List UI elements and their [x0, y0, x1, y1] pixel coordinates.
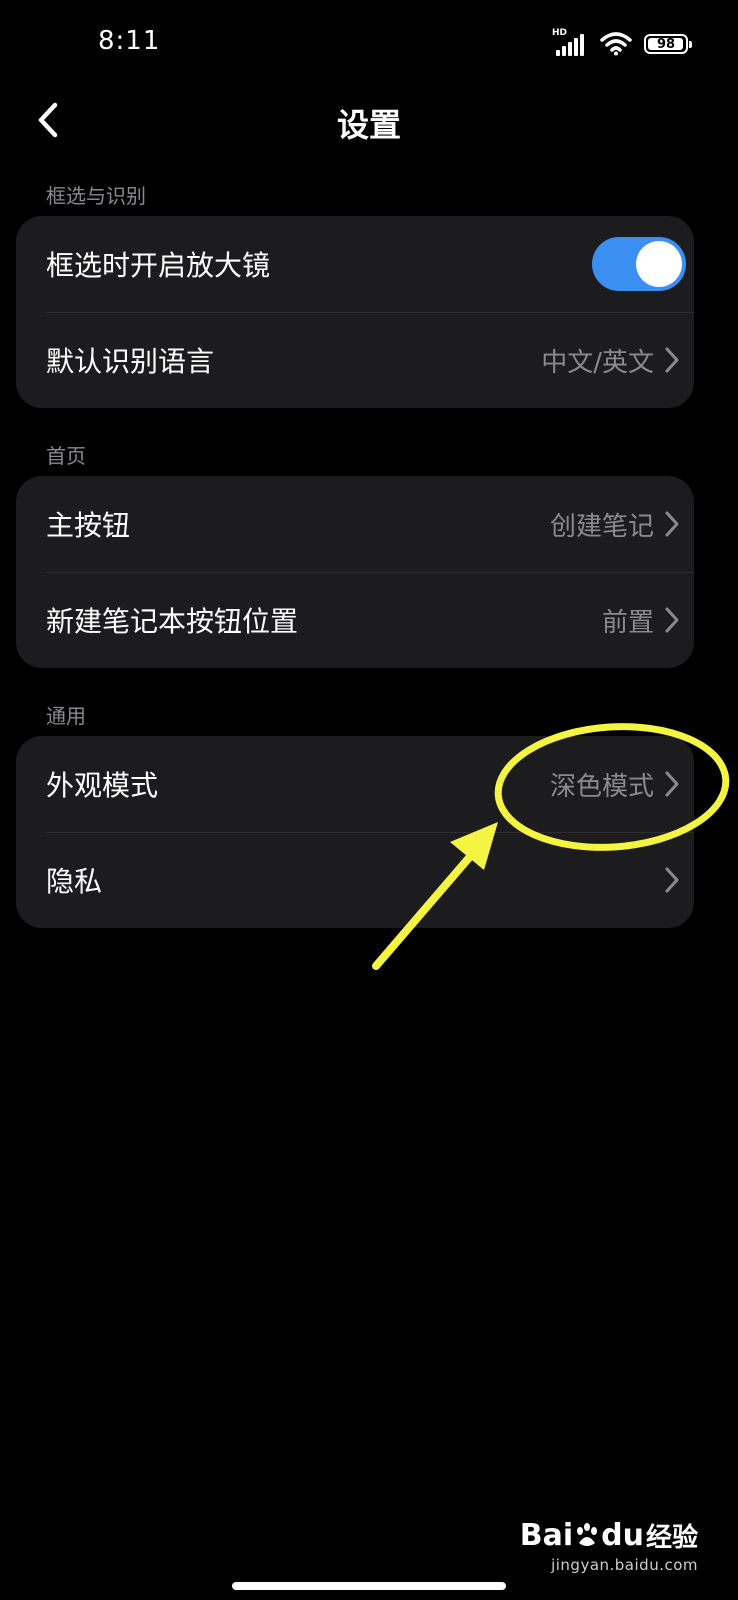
logo-text: Bai — [519, 1518, 574, 1553]
row-label: 隐私 — [46, 865, 103, 898]
row-value: 深色模式 — [549, 771, 654, 802]
nav-bar: 设置 — [0, 92, 738, 152]
row-label: 外观模式 — [46, 769, 159, 802]
battery-level: 98 — [656, 36, 676, 52]
watermark-url: jingyan.baidu.com — [551, 1556, 698, 1574]
row-value: 中文/英文 — [541, 347, 654, 378]
row-label: 主按钮 — [46, 509, 131, 542]
paw-icon — [575, 1522, 599, 1549]
section-label-home: 首页 — [46, 444, 86, 468]
baidu-logo: Bai du 经验 — [520, 1517, 698, 1554]
battery-icon: 98 — [644, 34, 692, 54]
row-recognition-language[interactable]: 默认识别语言 中文/英文 — [16, 312, 694, 408]
baidu-watermark: Bai du 经验 jingyan.baidu.com — [520, 1517, 698, 1574]
row-value: 创建笔记 — [549, 511, 654, 542]
chevron-right-icon — [664, 606, 680, 634]
chevron-right-icon — [664, 510, 680, 538]
row-label: 默认识别语言 — [46, 345, 215, 378]
chevron-right-icon — [664, 866, 680, 894]
toggle-knob — [636, 241, 682, 287]
row-label: 新建笔记本按钮位置 — [46, 605, 299, 638]
row-main-button[interactable]: 主按钮 创建笔记 — [16, 476, 694, 572]
status-bar: 8:11 HD 98 — [0, 0, 738, 90]
cellular-signal-icon: HD — [552, 28, 588, 58]
row-label: 框选时开启放大镜 — [46, 249, 271, 282]
section-label-recognition: 框选与识别 — [46, 184, 146, 208]
section-label-general: 通用 — [46, 704, 86, 728]
home-indicator[interactable] — [232, 1582, 506, 1590]
wifi-icon — [600, 32, 632, 56]
magnifier-toggle[interactable] — [592, 237, 686, 291]
status-icons: HD 98 — [552, 28, 692, 60]
logo-suffix: 经验 — [645, 1523, 698, 1553]
page-title: 设置 — [336, 106, 401, 144]
settings-screen: 8:11 HD 98 设置 框选与识别 框选时开启放大镜 默认识别语言 中文/英… — [0, 0, 738, 1600]
logo-text-2: du — [601, 1518, 644, 1553]
card-home: 主按钮 创建笔记 新建笔记本按钮位置 前置 — [16, 476, 694, 668]
row-magnifier[interactable]: 框选时开启放大镜 — [16, 216, 694, 312]
row-value: 前置 — [601, 607, 654, 638]
card-recognition: 框选时开启放大镜 默认识别语言 中文/英文 — [16, 216, 694, 408]
card-general: 外观模式 深色模式 隐私 — [16, 736, 694, 928]
chevron-right-icon — [664, 770, 680, 798]
row-new-notebook-position[interactable]: 新建笔记本按钮位置 前置 — [16, 572, 694, 668]
status-time: 8:11 — [98, 26, 161, 56]
row-appearance-mode[interactable]: 外观模式 深色模式 — [16, 736, 694, 832]
row-privacy[interactable]: 隐私 — [16, 832, 694, 928]
chevron-right-icon — [664, 346, 680, 374]
